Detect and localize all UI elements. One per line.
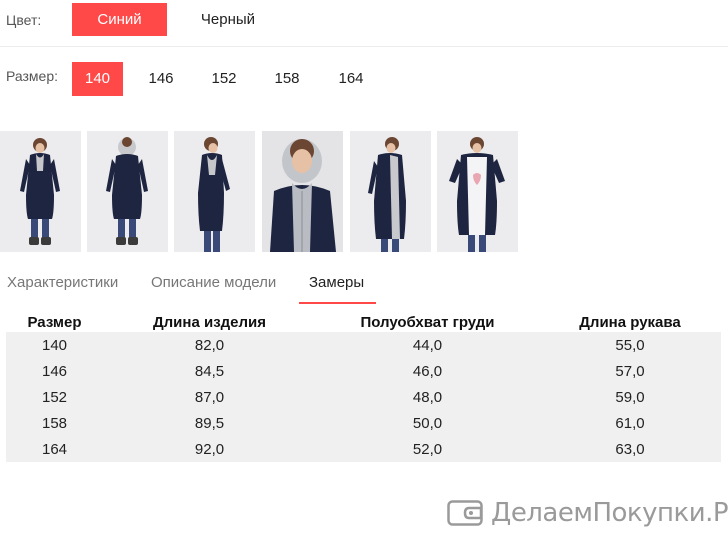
photo-back-view[interactable] bbox=[87, 131, 168, 252]
header-size: Размер bbox=[27, 313, 82, 331]
table-row: 158 89,5 50,0 61,0 bbox=[6, 410, 721, 436]
photo-front-view[interactable] bbox=[0, 131, 81, 252]
cell-length: 87,0 bbox=[103, 384, 316, 410]
color-label: Цвет: bbox=[6, 12, 42, 28]
watermark: ДелаемПокупки.Ру bbox=[447, 498, 728, 528]
product-tabs: Характеристики Описание модели Замеры bbox=[0, 268, 728, 304]
active-tab-indicator bbox=[299, 302, 376, 304]
photo-open-side-view[interactable] bbox=[350, 131, 431, 252]
header-sleeve-length: Длина рукава bbox=[579, 313, 681, 331]
photo-open-front-view[interactable] bbox=[437, 131, 518, 252]
photo-gallery bbox=[0, 131, 728, 252]
tab-model-description[interactable]: Описание модели bbox=[151, 274, 276, 291]
table-row: 146 84,5 46,0 57,0 bbox=[6, 358, 721, 384]
cell-sleeve: 59,0 bbox=[539, 384, 721, 410]
cell-length: 84,5 bbox=[103, 358, 316, 384]
table-row: 164 92,0 52,0 63,0 bbox=[6, 436, 721, 462]
cell-sleeve: 55,0 bbox=[539, 332, 721, 358]
size-option-140[interactable]: 140 bbox=[72, 62, 123, 96]
size-option-row: Размер: 140 146 152 158 164 bbox=[0, 47, 728, 117]
table-row: 140 82,0 44,0 55,0 bbox=[6, 332, 721, 358]
cell-half-chest: 44,0 bbox=[316, 332, 539, 358]
size-option-146[interactable]: 146 bbox=[136, 62, 186, 96]
photo-side-view[interactable] bbox=[174, 131, 255, 252]
cell-size: 140 bbox=[6, 332, 103, 358]
color-option-blue[interactable]: Синий bbox=[72, 3, 167, 36]
tab-characteristics[interactable]: Характеристики bbox=[7, 274, 118, 291]
header-length: Длина изделия bbox=[152, 313, 267, 331]
cell-half-chest: 46,0 bbox=[316, 358, 539, 384]
cell-size: 152 bbox=[6, 384, 103, 410]
size-option-152[interactable]: 152 bbox=[199, 62, 249, 96]
table-row: 152 87,0 48,0 59,0 bbox=[6, 384, 721, 410]
cell-size: 158 bbox=[6, 410, 103, 436]
size-option-164[interactable]: 164 bbox=[326, 62, 376, 96]
cell-half-chest: 52,0 bbox=[316, 436, 539, 462]
color-option-row: Цвет: Синий Черный bbox=[0, 0, 728, 47]
cell-sleeve: 57,0 bbox=[539, 358, 721, 384]
cell-half-chest: 50,0 bbox=[316, 410, 539, 436]
cell-size: 164 bbox=[6, 436, 103, 462]
wallet-icon bbox=[447, 499, 483, 532]
cell-half-chest: 48,0 bbox=[316, 384, 539, 410]
cell-sleeve: 61,0 bbox=[539, 410, 721, 436]
tab-measurements[interactable]: Замеры bbox=[309, 274, 364, 291]
cell-length: 92,0 bbox=[103, 436, 316, 462]
photo-hood-closeup[interactable] bbox=[262, 131, 343, 252]
size-label: Размер: bbox=[6, 68, 59, 84]
cell-size: 146 bbox=[6, 358, 103, 384]
cell-sleeve: 63,0 bbox=[539, 436, 721, 462]
measurements-table: Размер Длина изделия Полуобхват груди Дл… bbox=[6, 312, 721, 462]
cell-length: 89,5 bbox=[103, 410, 316, 436]
watermark-text: ДелаемПокупки.Ру bbox=[491, 498, 728, 528]
size-option-158[interactable]: 158 bbox=[262, 62, 312, 96]
color-option-black[interactable]: Черный bbox=[190, 3, 266, 36]
header-half-chest: Полуобхват груди bbox=[360, 313, 495, 331]
table-header-row: Размер Длина изделия Полуобхват груди Дл… bbox=[6, 312, 721, 332]
cell-length: 82,0 bbox=[103, 332, 316, 358]
